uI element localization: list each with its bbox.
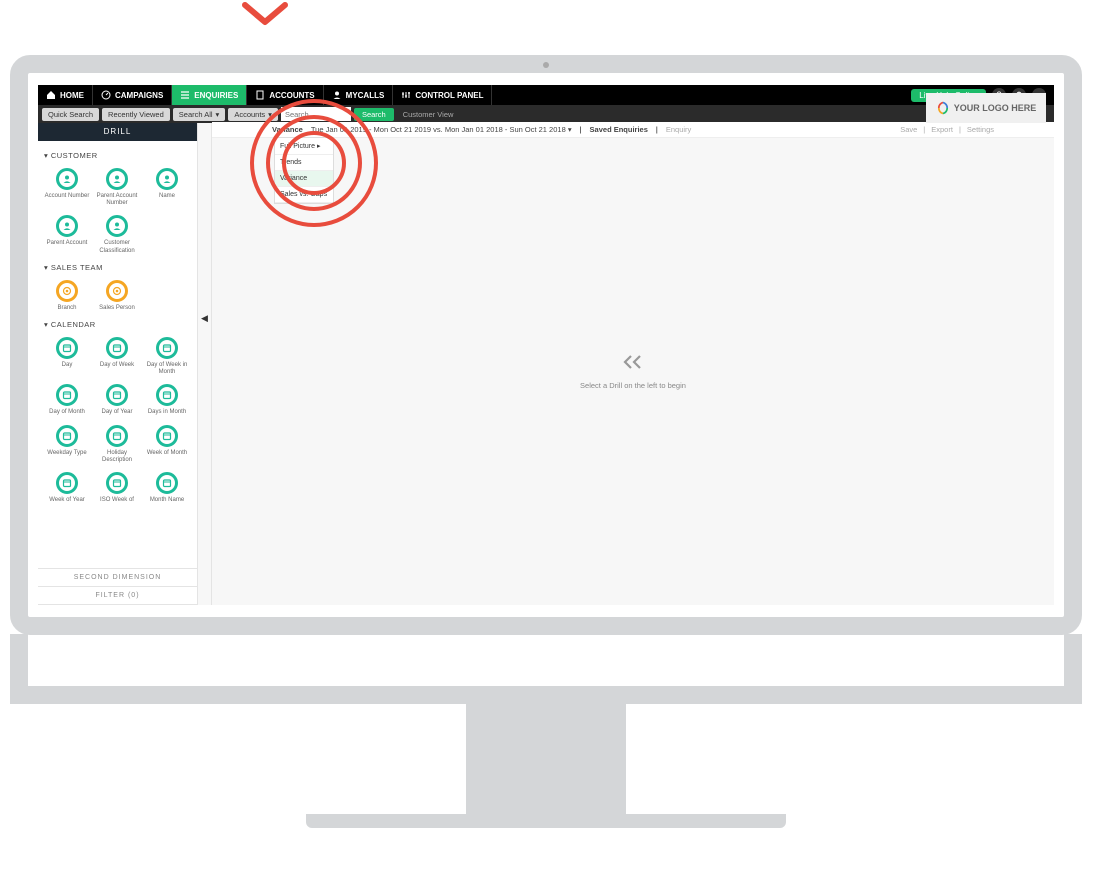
drill-header: DRILL xyxy=(38,123,197,141)
user-icon xyxy=(332,90,342,100)
nav-home[interactable]: HOME xyxy=(38,85,93,105)
date-range-picker[interactable]: Tue Jan 01 2019 - Mon Oct 21 2019 vs. Mo… xyxy=(311,125,572,134)
drill-week-of-year[interactable]: Week of Year xyxy=(42,468,92,508)
nav-accounts[interactable]: ACCOUNTS xyxy=(247,85,323,105)
search-all-select[interactable]: Search All▾ xyxy=(173,108,226,121)
drill-day-of-week-in-month[interactable]: Day of Week in Month xyxy=(142,333,192,380)
drill-sales-person[interactable]: Sales Person xyxy=(92,276,142,316)
placeholder-text: Select a Drill on the left to begin xyxy=(580,381,686,390)
drill-holiday-description[interactable]: Holiday Description xyxy=(92,421,142,468)
calendar-icon xyxy=(56,472,78,494)
nav-mycalls[interactable]: MYCALLS xyxy=(324,85,394,105)
list-icon xyxy=(180,90,190,100)
top-nav: HOMECAMPAIGNSENQUIRIESACCOUNTSMYCALLSCON… xyxy=(38,85,1054,105)
sliders-icon xyxy=(401,90,411,100)
dropdown-sales-vs-gaps[interactable]: Sales vs. Gaps xyxy=(275,187,333,203)
dropdown-trends[interactable]: Trends xyxy=(275,155,333,171)
content-area: DRILL ▾ CUSTOMER Account Number Parent A… xyxy=(38,123,1054,605)
drill-weekday-type[interactable]: Weekday Type xyxy=(42,421,92,468)
person-icon xyxy=(56,215,78,237)
person-icon xyxy=(106,168,128,190)
calendar-icon xyxy=(156,425,178,447)
calendar-icon xyxy=(106,472,128,494)
nav-campaigns[interactable]: CAMPAIGNS xyxy=(93,85,172,105)
nav-control-panel[interactable]: CONTROL PANEL xyxy=(393,85,492,105)
calendar-icon xyxy=(156,384,178,406)
speedometer-icon xyxy=(101,90,111,100)
drill-parent-account-number[interactable]: Parent Account Number xyxy=(92,164,142,211)
accounts-select[interactable]: Accounts▾ xyxy=(228,108,278,121)
calendar-icon xyxy=(106,384,128,406)
app-screen: HOMECAMPAIGNSENQUIRIESACCOUNTSMYCALLSCON… xyxy=(38,85,1054,605)
target-icon xyxy=(56,280,78,302)
logo-placeholder: YOUR LOGO HERE xyxy=(926,93,1046,123)
section-customer[interactable]: ▾ CUSTOMER xyxy=(42,147,193,164)
logo-icon xyxy=(936,101,950,115)
main-placeholder: Select a Drill on the left to begin xyxy=(212,139,1054,605)
main-panel: Variance Tue Jan 01 2019 - Mon Oct 21 20… xyxy=(212,123,1054,605)
drill-days-in-month[interactable]: Days in Month xyxy=(142,380,192,420)
drill-sidebar: DRILL ▾ CUSTOMER Account Number Parent A… xyxy=(38,123,198,605)
drill-customer-classification[interactable]: Customer Classification xyxy=(92,211,142,258)
customer-view-link[interactable]: Customer View xyxy=(397,110,454,119)
person-icon xyxy=(56,168,78,190)
dropdown-variance[interactable]: Variance xyxy=(275,171,333,187)
enquiry-toolbar: Variance Tue Jan 01 2019 - Mon Oct 21 20… xyxy=(212,122,1054,138)
save-link[interactable]: Save xyxy=(900,125,917,134)
drill-month-name[interactable]: Month Name xyxy=(142,468,192,508)
section-calendar[interactable]: ▾ CALENDAR xyxy=(42,316,193,333)
drill-iso-week-of[interactable]: ISO Week of xyxy=(92,468,142,508)
sub-toolbar: Quick Search Recently Viewed Search All▾… xyxy=(38,105,1054,123)
enquiry-label: Enquiry xyxy=(666,125,691,134)
calendar-icon xyxy=(56,337,78,359)
camera-dot xyxy=(543,62,549,68)
drill-parent-account[interactable]: Parent Account xyxy=(42,211,92,258)
drill-day-of-month[interactable]: Day of Month xyxy=(42,380,92,420)
person-icon xyxy=(156,168,178,190)
dropdown-full-picture[interactable]: Full Picture ▸ xyxy=(275,138,333,155)
drill-name[interactable]: Name xyxy=(142,164,192,211)
filter-button[interactable]: FILTER (0) xyxy=(38,587,197,605)
drill-account-number[interactable]: Account Number xyxy=(42,164,92,211)
enquiry-type-label[interactable]: Variance xyxy=(272,125,303,134)
target-icon xyxy=(106,280,128,302)
drill-week-of-month[interactable]: Week of Month xyxy=(142,421,192,468)
settings-link[interactable]: Settings xyxy=(967,125,994,134)
quick-search-button[interactable]: Quick Search xyxy=(42,108,99,121)
monitor-frame: HOMECAMPAIGNSENQUIRIESACCOUNTSMYCALLSCON… xyxy=(10,55,1082,785)
home-icon xyxy=(46,90,56,100)
calendar-icon xyxy=(156,337,178,359)
building-icon xyxy=(255,90,265,100)
drill-day[interactable]: Day xyxy=(42,333,92,380)
collapse-sidebar-icon[interactable]: ◀ xyxy=(201,313,208,324)
nav-enquiries[interactable]: ENQUIRIES xyxy=(172,85,247,105)
person-icon xyxy=(106,215,128,237)
calendar-icon xyxy=(156,472,178,494)
second-dimension-button[interactable]: SECOND DIMENSION xyxy=(38,569,197,587)
search-button[interactable]: Search xyxy=(354,108,394,121)
calendar-icon xyxy=(56,384,78,406)
section-sales-team[interactable]: ▾ SALES TEAM xyxy=(42,259,193,276)
chevron-down-icon xyxy=(240,0,290,33)
sidebar-divider: ◀ xyxy=(198,123,212,605)
calendar-icon xyxy=(56,425,78,447)
drill-day-of-year[interactable]: Day of Year xyxy=(92,380,142,420)
drill-branch[interactable]: Branch xyxy=(42,276,92,316)
enquiry-type-dropdown[interactable]: Full Picture ▸TrendsVarianceSales vs. Ga… xyxy=(274,137,334,204)
calendar-icon xyxy=(106,337,128,359)
drill-day-of-week[interactable]: Day of Week xyxy=(92,333,142,380)
calendar-icon xyxy=(106,425,128,447)
export-link[interactable]: Export xyxy=(931,125,953,134)
recently-viewed-button[interactable]: Recently Viewed xyxy=(102,108,170,121)
double-chevron-left-icon xyxy=(622,354,644,375)
search-input[interactable] xyxy=(281,107,351,121)
saved-enquiries-link[interactable]: Saved Enquiries xyxy=(590,125,648,134)
